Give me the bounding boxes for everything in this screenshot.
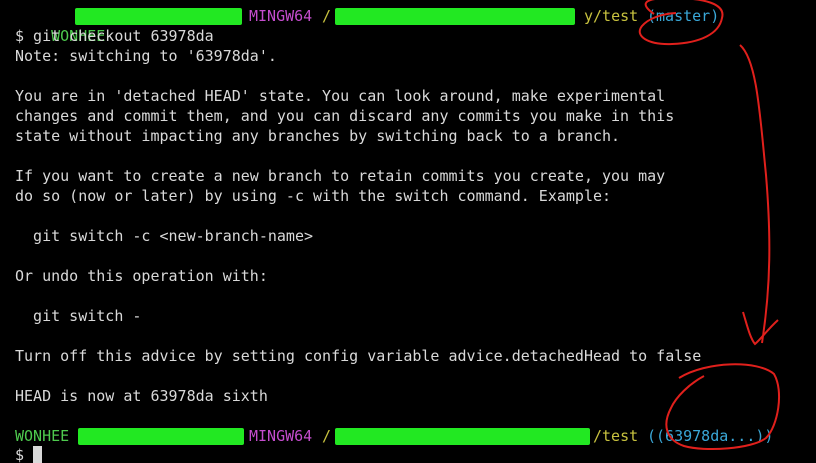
redacted-path [335, 8, 575, 25]
output-line: do so (now or later) by using -c with th… [15, 187, 612, 205]
prompt-system: MINGW64 [249, 7, 313, 25]
redacted-hostname-2 [78, 428, 244, 445]
redacted-hostname [75, 8, 242, 25]
prompt-path-start: / [322, 7, 332, 25]
prompt-path-start-2: / [322, 427, 332, 445]
output-line: Note: switching to '63978da'. [15, 47, 277, 65]
output-line: You are in 'detached HEAD' state. You ca… [15, 87, 666, 105]
terminal-window[interactable]: WONHEE MINGW64 / y/test (master) $ git c… [0, 0, 816, 463]
prompt-branch-master: (master) [647, 7, 720, 25]
redacted-path-2 [335, 428, 590, 445]
command-line: $ git checkout 63978da [15, 27, 214, 45]
output-line: HEAD is now at 63978da sixth [15, 387, 268, 405]
prompt-branch-detached: ((63978da...)) [647, 427, 774, 445]
output-line: If you want to create a new branch to re… [15, 167, 666, 185]
prompt-user-2: WONHEE [15, 427, 70, 445]
prompt-path-end-2: /test [593, 427, 639, 445]
prompt-system-2: MINGW64 [249, 427, 313, 445]
output-line: Or undo this operation with: [15, 267, 268, 285]
annotation-arrow-head [742, 311, 779, 346]
annotation-arrow-line [739, 44, 771, 344]
output-line: Turn off this advice by setting config v… [15, 347, 702, 365]
input-prompt: $ [15, 446, 25, 463]
prompt-path-end: y/test [584, 7, 639, 25]
output-line: git switch - [15, 307, 142, 325]
output-line: git switch -c <new-branch-name> [15, 227, 314, 245]
output-line: state without impacting any branches by … [15, 127, 621, 145]
output-line: changes and commit them, and you can dis… [15, 107, 675, 125]
text-cursor[interactable] [33, 446, 42, 463]
